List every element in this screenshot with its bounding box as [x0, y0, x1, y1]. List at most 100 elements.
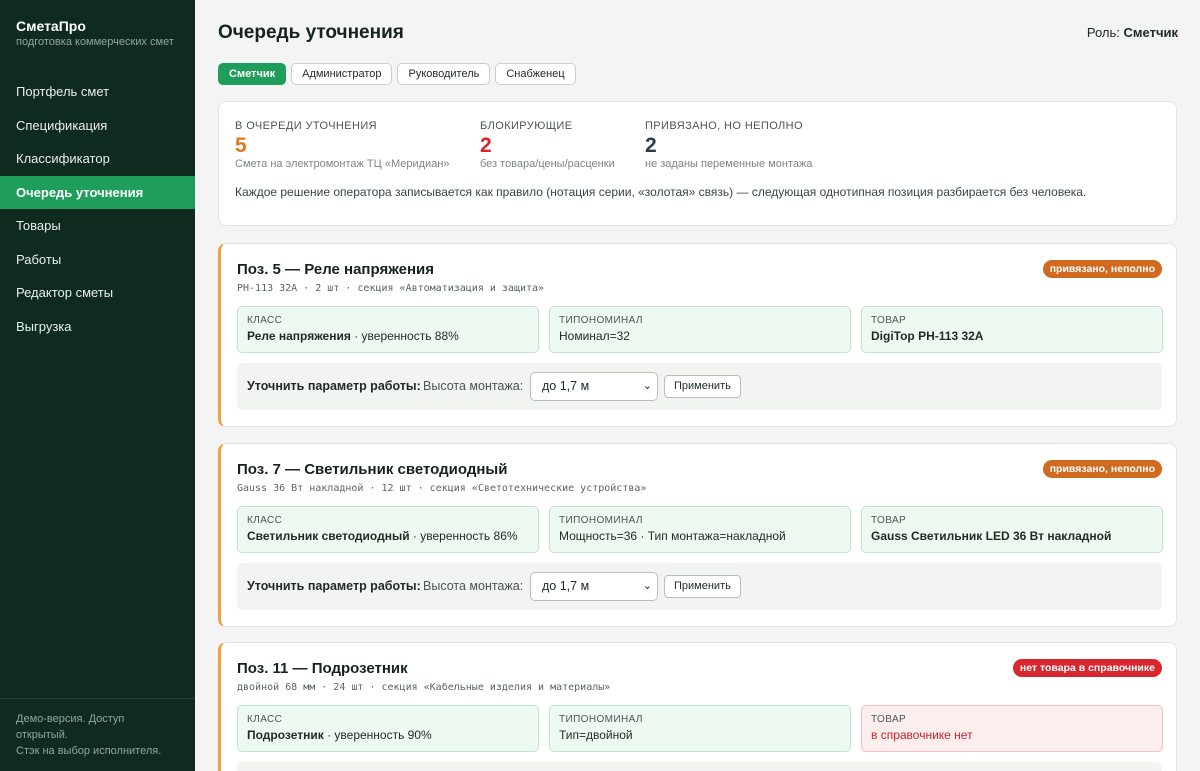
chevron-down-icon: ⌄	[642, 380, 652, 392]
sidebar-item-goods[interactable]: Товары	[0, 209, 195, 243]
refine-panel: Уточнить параметр работы: Высота монтажа…	[237, 363, 1162, 410]
queue-card: Поз. 7 — Светильник светодиодный Gauss 3…	[218, 443, 1177, 627]
stat-value: 2	[480, 134, 492, 157]
card-subtitle: Gauss 36 Вт накладной · 12 шт · секция «…	[237, 483, 647, 494]
sidebar-item-portfolio[interactable]: Портфель смет	[0, 75, 195, 109]
status-badge: привязано, неполно	[1042, 260, 1162, 278]
stat-note: Смета на электромонтаж ТЦ «Меридиан»	[235, 158, 450, 170]
queue-card: Поз. 11 — Подрозетник двойной 68 мм · 24…	[218, 642, 1177, 771]
page-title: Очередь уточнения	[218, 22, 404, 43]
sidebar-footer: Демо-версия. Доступ открытый. Стэк на вы…	[0, 698, 195, 771]
summary-panel: В очереди уточнения 5 Смета на электромо…	[218, 101, 1177, 226]
field-value: Подрозетник · уверенность 90%	[247, 728, 529, 742]
type-field: Типономинал Номинал=32	[549, 306, 851, 353]
brand: СметаПро подготовка коммерческих смет	[0, 0, 195, 48]
stat-blocking: Блокирующие 2 без товара/цены/расценки	[480, 120, 615, 170]
mount-height-select[interactable]: до 1,7 м ⌄	[530, 572, 658, 601]
goods-value: DigiTop РН-113 32А	[871, 329, 984, 343]
stat-value: 5	[235, 134, 247, 157]
role-label: Роль:	[1086, 25, 1120, 40]
goods-field: Товар Gauss Светильник LED 36 Вт накладн…	[861, 506, 1163, 553]
current-role: Роль: Сметчик	[1087, 25, 1178, 40]
class-confidence: · уверенность 88%	[350, 329, 459, 343]
sidebar-item-estimate-editor[interactable]: Редактор сметы	[0, 276, 195, 310]
card-subtitle: двойной 68 мм · 24 шт · секция «Кабельны…	[237, 682, 611, 693]
card-title: Поз. 7 — Светильник светодиодный	[237, 461, 508, 478]
class-name: Реле напряжения	[247, 329, 351, 343]
type-field: Типономинал Мощность=36 · Тип монтажа=на…	[549, 506, 851, 553]
field-label: Класс	[247, 515, 283, 526]
field-label: Типономинал	[559, 515, 643, 526]
footer-line: Стэк на выбор исполнителя.	[16, 745, 162, 757]
refine-param-label: Высота монтажа:	[423, 379, 524, 393]
main-content: Очередь уточнения Роль: Сметчик Сметчик …	[195, 0, 1200, 771]
tab-estimator[interactable]: Сметчик	[218, 63, 287, 85]
refine-panel	[237, 762, 1162, 771]
stat-label: Привязано, но неполно	[645, 120, 803, 132]
class-field: Класс Светильник светодиодный · уверенно…	[237, 506, 539, 553]
field-label: Класс	[247, 315, 283, 326]
card-title: Поз. 5 — Реле напряжения	[237, 261, 435, 278]
sidebar-item-classifier[interactable]: Классификатор	[0, 142, 195, 176]
field-value: Номинал=32	[559, 329, 630, 343]
tab-manager[interactable]: Руководитель	[397, 63, 491, 85]
sidebar-item-specification[interactable]: Спецификация	[0, 109, 195, 143]
apply-button[interactable]: Применить	[664, 575, 741, 598]
field-label: Товар	[871, 515, 907, 526]
goods-field: Товар в справочнике нет	[861, 705, 1163, 752]
tab-administrator[interactable]: Администратор	[291, 63, 393, 85]
type-field: Типономинал Тип=двойной	[549, 705, 851, 752]
select-value: до 1,7 м	[542, 379, 590, 393]
tab-supplier[interactable]: Снабженец	[495, 63, 576, 85]
role-tabs: Сметчик Администратор Руководитель Снабж…	[218, 63, 576, 85]
apply-button[interactable]: Применить	[664, 375, 741, 398]
field-value: DigiTop РН-113 32А	[871, 329, 1153, 343]
class-field: Класс Подрозетник · уверенность 90%	[237, 705, 539, 752]
stat-label: В очереди уточнения	[235, 120, 377, 132]
field-label: Класс	[247, 714, 283, 725]
class-confidence: · уверенность 90%	[323, 728, 432, 742]
sidebar-item-export[interactable]: Выгрузка	[0, 310, 195, 344]
stat-note: не заданы переменные монтажа	[645, 158, 813, 170]
chevron-down-icon: ⌄	[642, 580, 652, 592]
mount-height-select[interactable]: до 1,7 м ⌄	[530, 372, 658, 401]
class-field: Класс Реле напряжения · уверенность 88%	[237, 306, 539, 353]
stat-label: Блокирующие	[480, 120, 573, 132]
brand-subtitle: подготовка коммерческих смет	[16, 36, 174, 48]
stat-bound-incomplete: Привязано, но неполно 2 не заданы переме…	[645, 120, 812, 170]
field-label: Товар	[871, 315, 907, 326]
stat-value: 2	[645, 134, 657, 157]
field-label: Типономинал	[559, 714, 643, 725]
class-confidence: · уверенность 86%	[409, 529, 518, 543]
goods-value: Gauss Светильник LED 36 Вт накладной	[871, 529, 1112, 543]
field-value: Реле напряжения · уверенность 88%	[247, 329, 529, 343]
sidebar-nav: Портфель смет Спецификация Классификатор…	[0, 75, 195, 343]
refine-param-label: Высота монтажа:	[423, 579, 524, 593]
class-name: Подрозетник	[247, 728, 324, 742]
field-label: Типономинал	[559, 315, 643, 326]
field-value: в справочнике нет	[871, 728, 973, 742]
field-value: Мощность=36 · Тип монтажа=накладной	[559, 529, 786, 543]
stat-note: без товара/цены/расценки	[480, 158, 615, 170]
goods-field: Товар DigiTop РН-113 32А	[861, 306, 1163, 353]
refine-panel: Уточнить параметр работы: Высота монтажа…	[237, 563, 1162, 610]
refine-label: Уточнить параметр работы:	[247, 379, 421, 393]
card-subtitle: РН-113 32А · 2 шт · секция «Автоматизаци…	[237, 283, 545, 294]
sidebar-item-works[interactable]: Работы	[0, 243, 195, 277]
field-value: Тип=двойной	[559, 728, 633, 742]
refine-label: Уточнить параметр работы:	[247, 579, 421, 593]
field-label: Товар	[871, 714, 907, 725]
select-value: до 1,7 м	[542, 579, 590, 593]
status-badge: нет товара в справочнике	[1012, 659, 1162, 677]
footer-line: Демо-версия. Доступ	[16, 713, 125, 725]
status-badge: привязано, неполно	[1042, 460, 1162, 478]
footer-line: открытый.	[16, 729, 68, 741]
field-value: Gauss Светильник LED 36 Вт накладной	[871, 529, 1153, 543]
summary-description: Каждое решение оператора записывается ка…	[235, 185, 1087, 199]
queue-card: Поз. 5 — Реле напряжения РН-113 32А · 2 …	[218, 243, 1177, 427]
class-name: Светильник светодиодный	[247, 529, 410, 543]
stat-in-queue: В очереди уточнения 5 Смета на электромо…	[235, 120, 449, 170]
brand-title: СметаПро	[16, 18, 86, 34]
field-value: Светильник светодиодный · уверенность 86…	[247, 529, 529, 543]
sidebar-item-refinement-queue[interactable]: Очередь уточнения	[0, 175, 195, 209]
